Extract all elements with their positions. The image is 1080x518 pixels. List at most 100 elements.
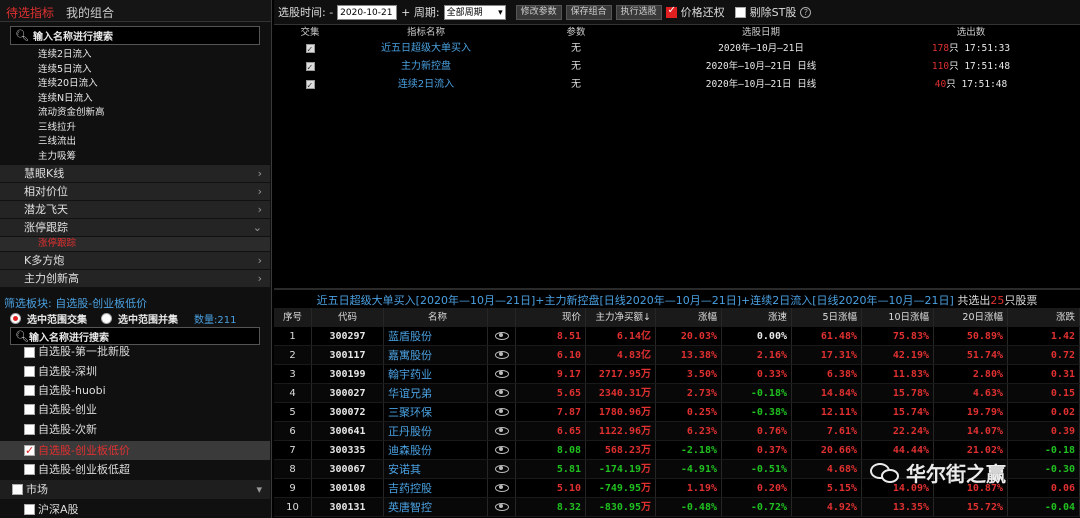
tree-leaf[interactable]: 三线流出 xyxy=(0,135,270,150)
indicator-name[interactable]: 连续2日流入 xyxy=(346,76,506,94)
tree-leaf[interactable]: 连续2日流入 xyxy=(0,48,270,63)
col-net-buy[interactable]: 主力净买额↓ xyxy=(586,308,656,326)
col-name[interactable]: 名称 xyxy=(384,308,488,326)
table-row[interactable]: 4 300027 华谊兄弟 5.65 2340.31万 2.73% -0.18% 14.84%… xyxy=(274,384,1080,403)
eye-icon-cell[interactable] xyxy=(488,365,516,383)
table-row[interactable]: 10 300131 英唐智控 8.32 -830.95万 -0.48% -0.72% 4.92… xyxy=(274,498,1080,517)
radio-intersection[interactable] xyxy=(10,313,21,324)
checkbox[interactable] xyxy=(24,366,35,377)
eye-icon[interactable] xyxy=(494,484,509,492)
stock-name-link[interactable]: 迪森股份 xyxy=(384,441,488,459)
eye-icon[interactable] xyxy=(494,408,509,416)
tree-leaf[interactable]: 主力吸筹 xyxy=(0,150,270,165)
indicator-search-input[interactable]: 🔍︎ 输入名称进行搜索 xyxy=(10,26,260,45)
list-item[interactable]: 自选股-第一批新股 xyxy=(0,345,270,359)
tree-leaf[interactable]: 连续20日流入 xyxy=(0,77,270,92)
eye-icon-cell[interactable] xyxy=(488,346,516,364)
eye-icon-cell[interactable] xyxy=(488,403,516,421)
stock-name-link[interactable]: 华谊兄弟 xyxy=(384,384,488,402)
execute-screen-button[interactable]: 执行选股 xyxy=(615,4,662,20)
tree-leaf[interactable]: 流动资金创新高 xyxy=(0,106,270,121)
eye-icon[interactable] xyxy=(494,389,509,397)
list-item-selected[interactable]: 自选股-创业板低价 xyxy=(0,441,270,460)
eye-icon[interactable] xyxy=(494,351,509,359)
eye-icon-cell[interactable] xyxy=(488,384,516,402)
table-row[interactable]: 近五日超级大单买入 无 2020年—10月—21日 178只 17:51:33 xyxy=(274,40,1080,59)
checkbox[interactable] xyxy=(24,504,35,515)
list-item[interactable]: 自选股-huobi xyxy=(0,381,270,400)
group-main-force-high[interactable]: 主力创新高 › xyxy=(0,270,270,288)
tree-leaf[interactable]: 三线拉升 xyxy=(0,121,270,136)
col-10d[interactable]: 10日涨幅 xyxy=(862,308,934,326)
eye-icon-cell[interactable] xyxy=(488,498,516,516)
checkbox[interactable] xyxy=(24,404,35,415)
modify-params-button[interactable]: 修改参数 xyxy=(515,4,562,20)
col-20d[interactable]: 20日涨幅 xyxy=(934,308,1008,326)
list-item[interactable]: 自选股-次新 xyxy=(0,420,270,439)
group-k-duofangpao[interactable]: K多方炮 › xyxy=(0,252,270,270)
stock-name-link[interactable]: 三聚环保 xyxy=(384,403,488,421)
eye-icon[interactable] xyxy=(494,332,509,340)
indicator-name[interactable]: 主力新控盘 xyxy=(346,58,506,76)
date-input[interactable]: 2020-10-21 xyxy=(337,4,398,20)
table-row[interactable]: 6 300641 正丹股份 6.65 1122.96万 6.23% 0.76% 7.61% 22… xyxy=(274,422,1080,441)
indicator-name[interactable]: 近五日超级大单买入 xyxy=(346,40,506,58)
list-item[interactable]: 自选股-深圳 xyxy=(0,362,270,381)
table-row[interactable]: 5 300072 三聚环保 7.87 1780.96万 0.25% -0.38% 12.11%… xyxy=(274,403,1080,422)
checkbox[interactable] xyxy=(24,424,35,435)
stock-name-link[interactable]: 正丹股份 xyxy=(384,422,488,440)
col-5d[interactable]: 5日涨幅 xyxy=(792,308,862,326)
stock-name-link[interactable]: 蓝盾股份 xyxy=(384,327,488,345)
market-group[interactable]: 市场 ▾ xyxy=(0,480,270,499)
table-row[interactable]: 连续2日流入 无 2020年—10月—21日 日线 40只 17:51:48 xyxy=(274,76,1080,95)
tree-leaf[interactable]: 连续N日流入 xyxy=(0,92,270,107)
stock-name-link[interactable]: 嘉寓股份 xyxy=(384,346,488,364)
list-item[interactable]: 自选股-创业 xyxy=(0,400,270,419)
exclude-st-checkbox[interactable] xyxy=(734,6,746,18)
intersect-check[interactable] xyxy=(274,76,346,95)
eye-icon[interactable] xyxy=(494,465,509,473)
period-select[interactable]: 全部周期 xyxy=(443,4,506,21)
table-row[interactable]: 3 300199 翰宇药业 9.17 2717.95万 3.50% 0.33% 6.38% 11… xyxy=(274,365,1080,384)
stock-name-link[interactable]: 吉药控股 xyxy=(384,479,488,497)
group-limit-up-tracking[interactable]: 涨停跟踪 ⌄ xyxy=(0,219,270,237)
checkbox-checked[interactable] xyxy=(305,59,315,77)
eye-icon[interactable] xyxy=(494,446,509,454)
list-item[interactable]: 沪深A股 xyxy=(0,500,270,518)
col-code[interactable]: 代码 xyxy=(312,308,384,326)
checkbox-checked[interactable] xyxy=(305,41,315,59)
group-relative-price[interactable]: 相对价位 › xyxy=(0,183,270,201)
eye-icon[interactable] xyxy=(494,427,509,435)
col-speed[interactable]: 涨速 xyxy=(722,308,792,326)
block-search-input[interactable]: 🔍︎ 输入名称进行搜索 xyxy=(10,327,260,345)
col-no[interactable]: 序号 xyxy=(274,308,312,326)
col-pct[interactable]: 涨幅 xyxy=(656,308,722,326)
checkbox[interactable] xyxy=(24,385,35,396)
stock-name-link[interactable]: 翰宇药业 xyxy=(384,365,488,383)
save-portfolio-button[interactable]: 保存组合 xyxy=(565,4,612,20)
checkbox-checked[interactable] xyxy=(24,441,35,460)
stock-name-link[interactable]: 英唐智控 xyxy=(384,498,488,516)
col-price[interactable]: 现价 xyxy=(516,308,586,326)
table-row[interactable]: 主力新控盘 无 2020年—10月—21日 日线 110只 17:51:48 xyxy=(274,58,1080,77)
group-qianlong[interactable]: 潜龙飞天 › xyxy=(0,201,270,219)
checkbox[interactable] xyxy=(24,347,35,358)
list-item[interactable]: 自选股-创业板低超 xyxy=(0,460,270,479)
help-icon[interactable]: ? xyxy=(800,6,812,18)
stock-name-link[interactable]: 安诺其 xyxy=(384,460,488,478)
eye-icon[interactable] xyxy=(494,370,509,378)
eye-icon-cell[interactable] xyxy=(488,327,516,345)
checkbox[interactable] xyxy=(12,484,23,495)
table-row[interactable]: 2 300117 嘉寓股份 6.10 4.83亿 13.38% 2.16% 17.31% 42.… xyxy=(274,346,1080,365)
radio-union[interactable] xyxy=(101,313,112,324)
col-change[interactable]: 涨跌 xyxy=(1008,308,1080,326)
eye-icon-cell[interactable] xyxy=(488,460,516,478)
table-row[interactable]: 1 300297 蓝盾股份 8.51 6.14亿 20.03% 0.00% 61.48% 75.… xyxy=(274,327,1080,346)
intersect-check[interactable] xyxy=(274,58,346,77)
intersect-check[interactable] xyxy=(274,40,346,59)
selected-sub-item[interactable]: 涨停跟踪 xyxy=(0,237,270,251)
tab-candidate-indicators[interactable]: 待选指标 xyxy=(0,0,60,21)
eye-icon[interactable] xyxy=(494,503,509,511)
tab-my-portfolio[interactable]: 我的组合 xyxy=(60,0,120,21)
eye-icon-cell[interactable] xyxy=(488,422,516,440)
